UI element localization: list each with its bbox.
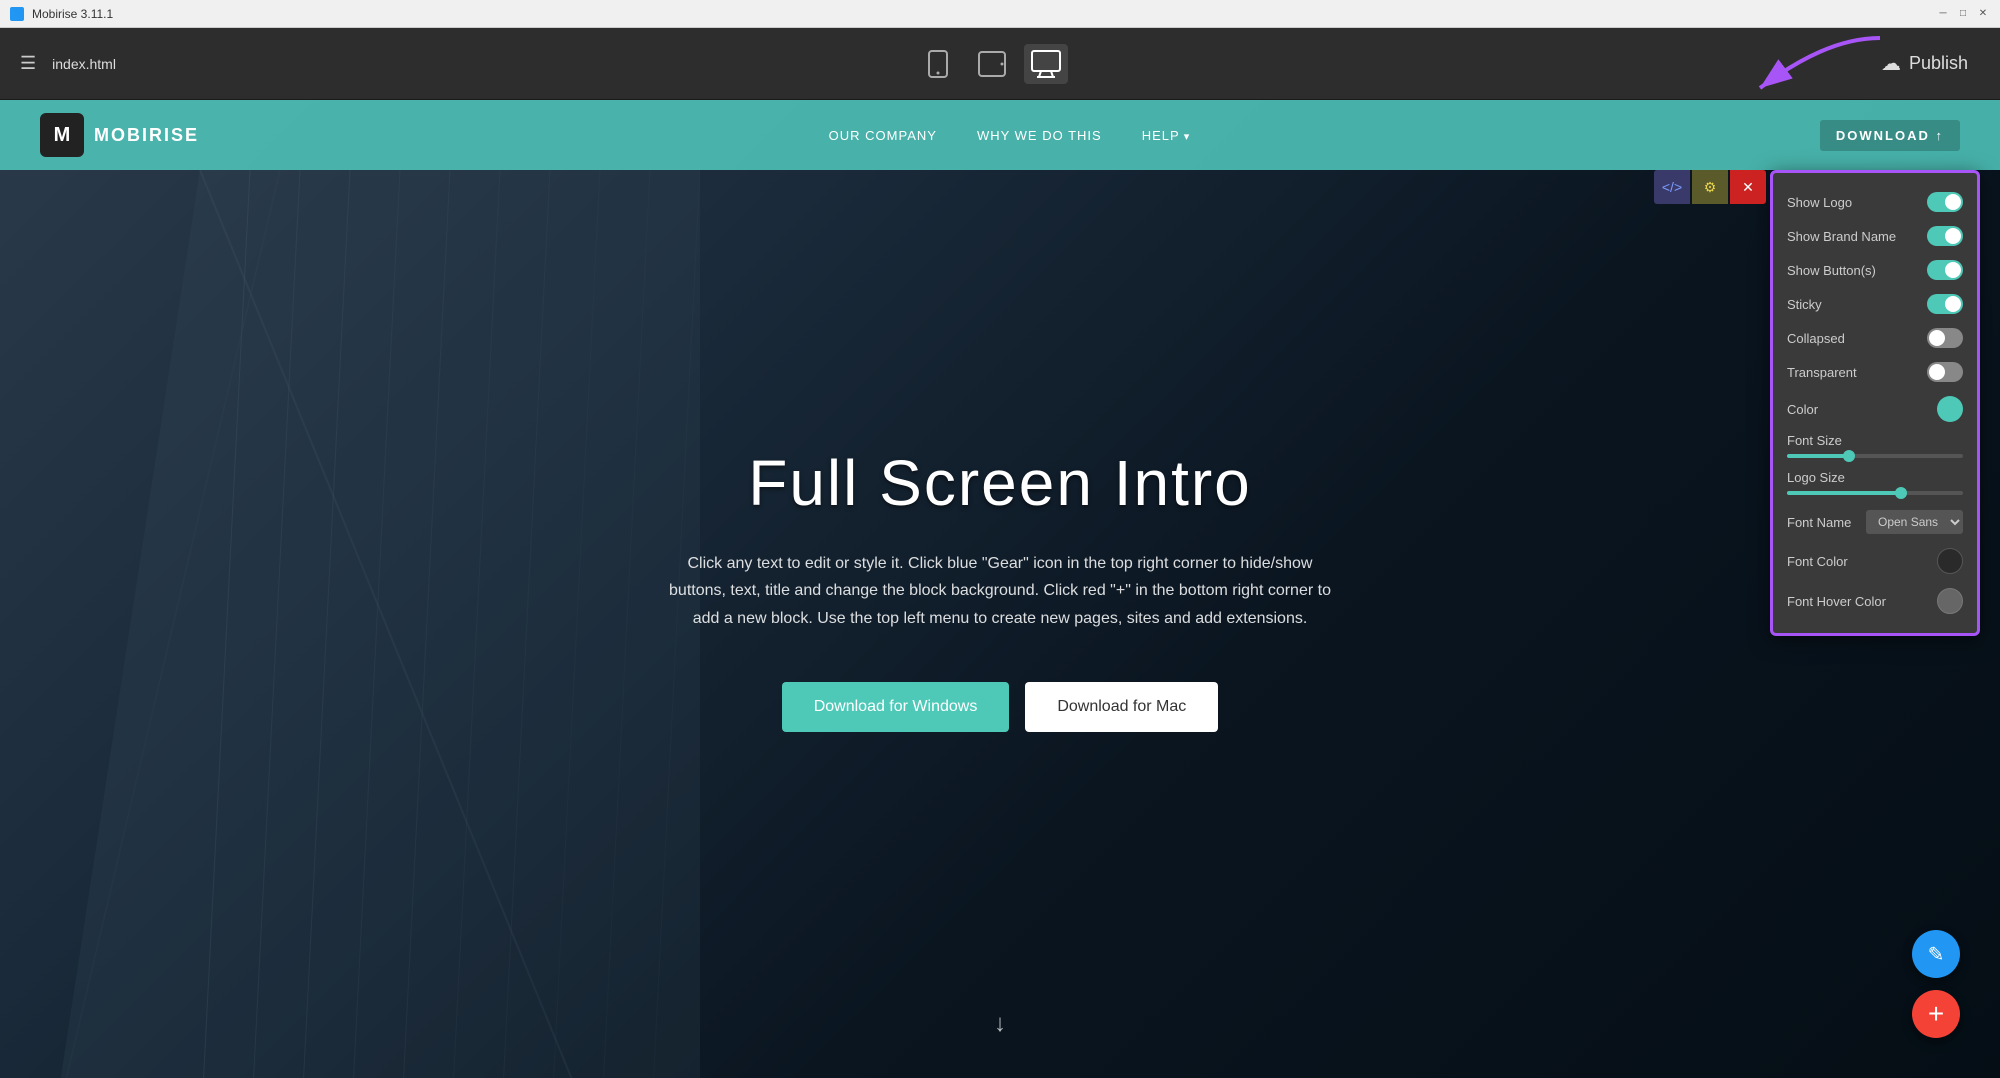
settings-gear-button[interactable]: ⚙ xyxy=(1692,170,1728,204)
show-buttons-toggle[interactable] xyxy=(1927,260,1963,280)
sticky-toggle[interactable] xyxy=(1927,294,1963,314)
publish-cloud-icon: ☁ xyxy=(1881,51,1901,76)
file-name-label: index.html xyxy=(52,56,116,72)
show-buttons-row: Show Button(s) xyxy=(1773,253,1977,287)
nav-our-company[interactable]: OUR COMPANY xyxy=(829,128,937,143)
site-logo-icon: M xyxy=(40,113,84,157)
site-nav-links: OUR COMPANY WHY WE DO THIS HELP xyxy=(829,128,1191,143)
minimize-button[interactable]: ─ xyxy=(1936,7,1950,21)
font-hover-color-row: Font Hover Color xyxy=(1773,581,1977,621)
building-illustration xyxy=(0,170,700,1078)
app-title: Mobirise 3.11.1 xyxy=(32,7,113,21)
collapsed-row: Collapsed xyxy=(1773,321,1977,355)
logo-size-track[interactable] xyxy=(1787,491,1963,495)
site-nav: M MOBIRISE OUR COMPANY WHY WE DO THIS HE… xyxy=(0,100,2000,170)
show-brand-name-toggle[interactable] xyxy=(1927,226,1963,246)
maximize-button[interactable]: □ xyxy=(1956,7,1970,21)
logo-letter: M xyxy=(54,124,71,147)
collapsed-label: Collapsed xyxy=(1787,331,1845,346)
font-name-label: Font Name xyxy=(1787,515,1851,530)
code-editor-button[interactable]: </> xyxy=(1654,170,1690,204)
app-toolbar: ☰ index.html ☁ xyxy=(0,28,2000,100)
nav-help[interactable]: HELP xyxy=(1142,128,1191,143)
logo-size-label: Logo Size xyxy=(1787,470,1963,485)
hero-buttons: Download for Windows Download for Mac xyxy=(660,682,1340,732)
scroll-down-indicator: ↓ xyxy=(994,1010,1006,1038)
preview-area: Full Screen Intro Click any text to edit… xyxy=(0,100,2000,1078)
font-hover-color-label: Font Hover Color xyxy=(1787,594,1886,609)
toolbar-right: ☁ Publish xyxy=(1869,43,1980,84)
hero-content: Full Screen Intro Click any text to edit… xyxy=(620,446,1380,732)
tablet-view-button[interactable] xyxy=(970,44,1014,84)
title-bar: Mobirise 3.11.1 ─ □ ✕ xyxy=(0,0,2000,28)
nav-download-btn[interactable]: DOWNLOAD ↑ xyxy=(1820,120,1960,151)
hamburger-menu-icon[interactable]: ☰ xyxy=(20,53,36,74)
logo-size-thumb[interactable] xyxy=(1895,487,1907,499)
transparent-row: Transparent xyxy=(1773,355,1977,389)
add-block-fab-button[interactable]: + xyxy=(1912,990,1960,1038)
color-label: Color xyxy=(1787,402,1818,417)
mobile-icon xyxy=(927,50,949,78)
color-row: Color xyxy=(1773,389,1977,429)
close-button[interactable]: ✕ xyxy=(1976,7,1990,21)
download-mac-button[interactable]: Download for Mac xyxy=(1025,682,1218,732)
toolbar-left: ☰ index.html xyxy=(20,53,116,74)
desktop-view-button[interactable] xyxy=(1024,44,1068,84)
font-color-swatch[interactable] xyxy=(1937,548,1963,574)
panel-action-buttons: </> ⚙ ✕ xyxy=(1654,170,1766,204)
font-color-row: Font Color xyxy=(1773,541,1977,581)
font-hover-color-swatch[interactable] xyxy=(1937,588,1963,614)
mobile-view-button[interactable] xyxy=(916,44,960,84)
window-controls[interactable]: ─ □ ✕ xyxy=(1936,7,1990,21)
title-bar-left: Mobirise 3.11.1 xyxy=(10,7,113,21)
font-name-select[interactable]: Open Sans Roboto Lato Montserrat xyxy=(1866,510,1963,534)
publish-label: Publish xyxy=(1909,53,1968,74)
sticky-row: Sticky xyxy=(1773,287,1977,321)
publish-button[interactable]: ☁ Publish xyxy=(1869,43,1980,84)
collapsed-toggle[interactable] xyxy=(1927,328,1963,348)
font-size-thumb[interactable] xyxy=(1843,450,1855,462)
brand-name: MOBIRISE xyxy=(94,125,199,146)
edit-fab-button[interactable]: ✎ xyxy=(1912,930,1960,978)
font-size-label: Font Size xyxy=(1787,433,1963,448)
font-size-track[interactable] xyxy=(1787,454,1963,458)
sticky-label: Sticky xyxy=(1787,297,1822,312)
show-brand-name-label: Show Brand Name xyxy=(1787,229,1896,244)
transparent-label: Transparent xyxy=(1787,365,1857,380)
settings-panel: Show Logo Show Brand Name Show Button(s)… xyxy=(1770,170,1980,636)
download-windows-button[interactable]: Download for Windows xyxy=(782,682,1010,732)
logo-size-container: Logo Size xyxy=(1773,466,1977,503)
tablet-icon xyxy=(978,51,1006,77)
show-logo-label: Show Logo xyxy=(1787,195,1852,210)
show-logo-toggle[interactable] xyxy=(1927,192,1963,212)
show-buttons-label: Show Button(s) xyxy=(1787,263,1876,278)
show-logo-row: Show Logo xyxy=(1773,185,1977,219)
hero-section: Full Screen Intro Click any text to edit… xyxy=(0,100,2000,1078)
hero-title: Full Screen Intro xyxy=(660,446,1340,520)
font-name-row: Font Name Open Sans Roboto Lato Montserr… xyxy=(1773,503,1977,541)
device-view-switcher xyxy=(916,44,1068,84)
color-swatch[interactable] xyxy=(1937,396,1963,422)
show-brand-name-row: Show Brand Name xyxy=(1773,219,1977,253)
delete-block-button[interactable]: ✕ xyxy=(1730,170,1766,204)
font-size-fill xyxy=(1787,454,1849,458)
font-color-label: Font Color xyxy=(1787,554,1848,569)
desktop-icon xyxy=(1031,50,1061,78)
app-logo-icon xyxy=(10,7,24,21)
logo-size-fill xyxy=(1787,491,1901,495)
nav-why-we-do[interactable]: WHY WE DO THIS xyxy=(977,128,1102,143)
font-size-container: Font Size xyxy=(1773,429,1977,466)
hero-description: Click any text to edit or style it. Clic… xyxy=(660,550,1340,632)
transparent-toggle[interactable] xyxy=(1927,362,1963,382)
site-logo: M MOBIRISE xyxy=(40,113,199,157)
